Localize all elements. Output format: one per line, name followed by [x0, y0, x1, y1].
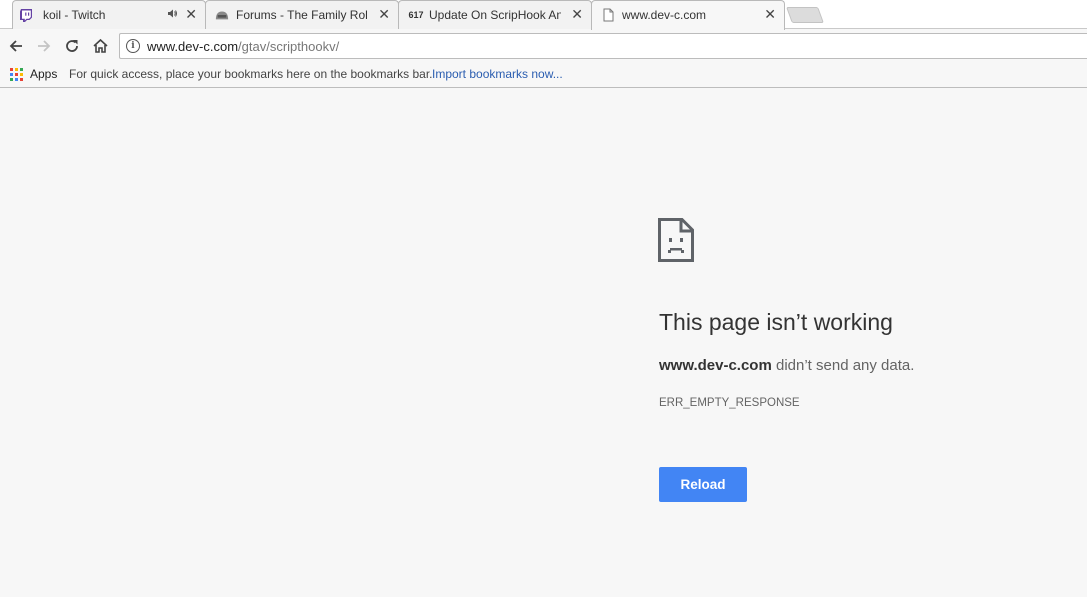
- error-page: This page isn’t working www.dev-c.com di…: [0, 89, 1087, 597]
- bookmarks-bar: Apps For quick access, place your bookma…: [0, 61, 1087, 88]
- error-host: www.dev-c.com: [659, 357, 772, 374]
- back-arrow-icon[interactable]: [6, 36, 26, 56]
- error-code: ERR_EMPTY_RESPONSE: [659, 397, 800, 409]
- close-tab-icon[interactable]: ✕: [378, 7, 390, 21]
- error-title: This page isn’t working: [659, 309, 893, 335]
- twitch-icon: [19, 8, 33, 22]
- address-bar[interactable]: i www.dev-c.com/gtav/scripthookv/: [119, 33, 1087, 59]
- close-tab-icon[interactable]: ✕: [571, 7, 583, 21]
- url-host: www.dev-c.com: [147, 39, 239, 54]
- tab-title: www.dev-c.com: [622, 8, 707, 22]
- import-bookmarks-link[interactable]: Import bookmarks now...: [432, 67, 563, 81]
- tab-title: Forums - The Family Role: [236, 8, 368, 22]
- tab-strip: koil - Twitch ✕ Forums - The Family Role…: [0, 0, 1087, 30]
- error-message: www.dev-c.com didn’t send any data.: [659, 357, 914, 374]
- tab-scripthook-update[interactable]: 617 Update On ScripHook An ✕: [398, 0, 592, 29]
- new-tab-button[interactable]: [786, 7, 824, 23]
- close-tab-icon[interactable]: ✕: [764, 7, 776, 21]
- apps-shortcut[interactable]: Apps: [30, 67, 57, 81]
- speaker-icon[interactable]: [167, 8, 178, 22]
- reload-icon[interactable]: [62, 36, 82, 56]
- page-icon: [601, 8, 615, 22]
- sad-page-icon: [658, 218, 694, 262]
- tab-twitch[interactable]: koil - Twitch ✕: [12, 0, 206, 29]
- forward-arrow-icon[interactable]: [34, 36, 54, 56]
- close-tab-icon[interactable]: ✕: [185, 7, 197, 21]
- tab-forums[interactable]: Forums - The Family Role ✕: [205, 0, 399, 29]
- tab-dev-c[interactable]: www.dev-c.com ✕: [591, 0, 785, 30]
- reload-button[interactable]: Reload: [659, 467, 747, 502]
- error-message-text: didn’t send any data.: [775, 357, 915, 374]
- tab-title: Update On ScripHook An: [429, 8, 561, 22]
- home-icon[interactable]: [90, 36, 110, 56]
- apps-grid-icon[interactable]: [10, 68, 23, 81]
- browser-toolbar: i www.dev-c.com/gtav/scripthookv/: [0, 30, 1087, 61]
- tab-title: koil - Twitch: [43, 8, 106, 22]
- url-text: www.dev-c.com/gtav/scripthookv/: [147, 39, 339, 54]
- forum-icon: [215, 8, 229, 22]
- url-path: /gtav/scripthookv/: [238, 39, 340, 54]
- bookmarks-hint: For quick access, place your bookmarks h…: [69, 67, 433, 81]
- dev-c-icon: 617: [408, 10, 424, 20]
- info-icon[interactable]: i: [126, 39, 140, 53]
